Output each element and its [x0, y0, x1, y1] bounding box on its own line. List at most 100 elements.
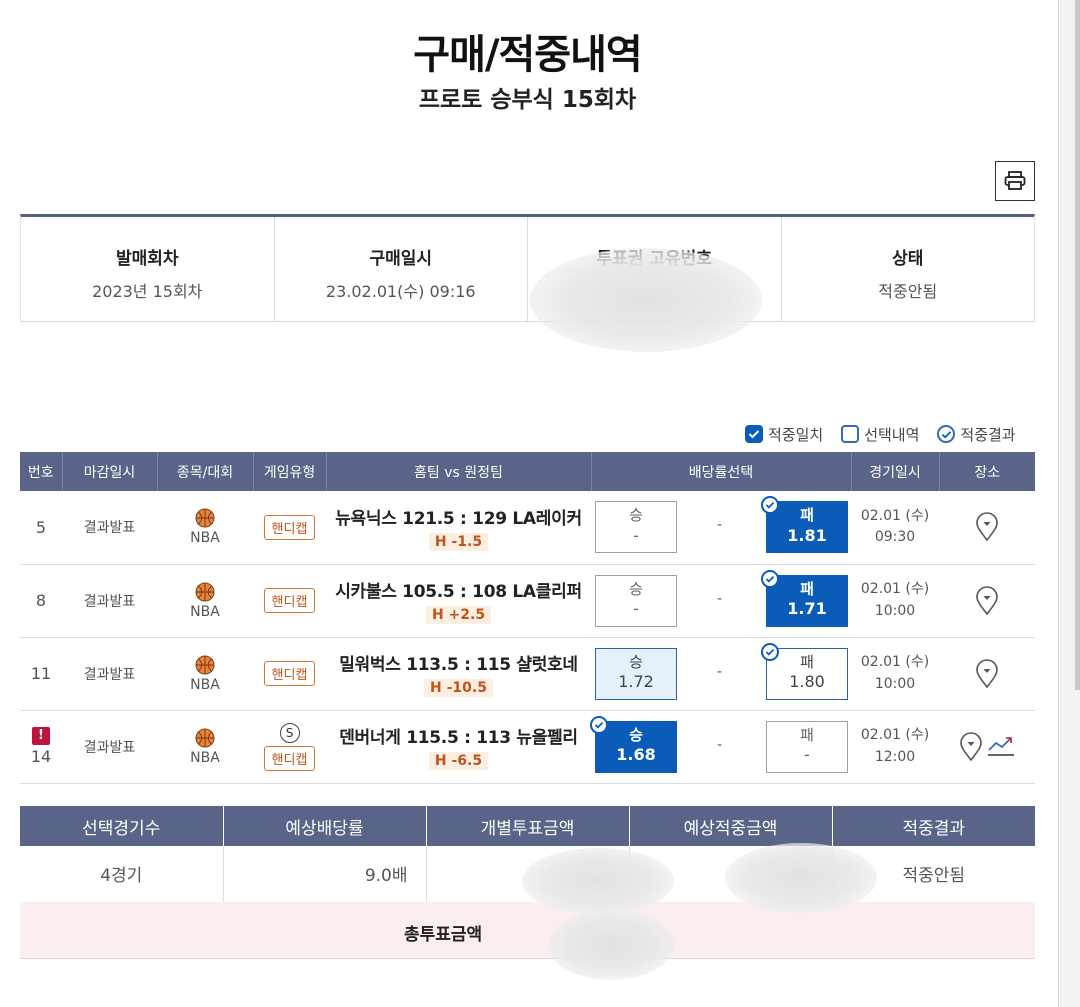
legend-selection-toggle[interactable]: 선택내역: [841, 424, 919, 445]
check-icon: [745, 425, 763, 443]
summary-header-result: 적중결과: [832, 806, 1035, 846]
summary-odds: 9.0배: [223, 846, 427, 903]
summary-header-bet: 개별투표금액: [426, 806, 630, 846]
info-status-value: 적중안됨: [878, 282, 938, 301]
odds-win-value: 1.68: [616, 745, 656, 764]
row-sport: NBA: [190, 530, 220, 547]
match-table: 번호 마감일시 종목/대회 게임유형 홈팀 vs 원정팀 배당률선택 경기일시 …: [20, 452, 1035, 784]
info-purchase-date-label: 구매일시: [369, 249, 433, 269]
special-game-icon: S: [279, 722, 300, 743]
summary-header-expected: 예상적중금액: [629, 806, 833, 846]
odds-win-label: 승: [629, 725, 643, 744]
summary-header-row: 선택경기수 예상배당률 개별투표금액 예상적중금액 적중결과: [20, 806, 1035, 846]
odds-lose-option[interactable]: 패 -: [766, 720, 848, 773]
game-type-tag: 핸디캡: [263, 745, 316, 771]
odds-lose-label: 패: [800, 506, 814, 524]
header-no: 번호: [20, 452, 63, 491]
header-venue: 장소: [939, 452, 1035, 491]
odds-lose-label: 패: [800, 579, 814, 598]
check-icon: [761, 642, 779, 661]
print-icon: [1004, 171, 1026, 190]
table-row: 8 결과발표 NBA 핸디캡 시카불스 105.5 : 108 LA클리퍼 H …: [20, 564, 1035, 638]
game-type-tag: 핸디캡: [263, 661, 316, 686]
basketball-icon: [195, 728, 215, 747]
odds-lose-label: 패: [800, 652, 814, 671]
odds-win-label: 승: [629, 579, 643, 598]
odds-win-label: 승: [629, 506, 643, 524]
game-type-tag: 핸디캡: [263, 588, 316, 613]
row-teams: 밀워벅스 113.5 : 115 샬럿호네: [339, 655, 578, 675]
info-round-label: 발매회차: [115, 249, 179, 269]
info-round: 발매회차 2023년 15회차: [21, 217, 275, 321]
row-sport: NBA: [190, 603, 220, 620]
redaction-blur-ticket-id: [530, 248, 762, 352]
print-button[interactable]: [995, 161, 1035, 201]
page-subtitle: 프로토 승부식 15회차: [418, 87, 637, 113]
basketball-icon: [195, 655, 215, 674]
odds-draw: -: [717, 736, 723, 753]
purchase-info-panel: 발매회차 2023년 15회차 구매일시 23.02.01(수) 09:16 투…: [20, 214, 1035, 322]
location-pin-icon[interactable]: [975, 585, 999, 616]
basketball-icon: [195, 582, 215, 601]
checkbox-empty-icon: [841, 425, 860, 443]
legend: 적중일치 선택내역 적중결과: [745, 422, 1016, 446]
location-pin-icon[interactable]: [975, 512, 999, 542]
odds-win-value: -: [633, 525, 639, 545]
odds-win-option[interactable]: 승 1.68: [590, 715, 677, 773]
trend-chart-icon[interactable]: [987, 734, 1015, 760]
match-time: 10:00: [874, 602, 916, 619]
odds-lose-option[interactable]: 패 1.81: [761, 496, 848, 553]
odds-win-label: 승: [629, 652, 643, 671]
odds-win-value: -: [633, 599, 639, 618]
row-teams: 덴버너게 115.5 : 113 뉴올펠리: [339, 728, 578, 748]
redaction-blur-bet-amount: [522, 848, 674, 914]
odds-win-option[interactable]: 승 1.72: [595, 647, 677, 700]
match-time: 12:00: [874, 748, 916, 765]
match-time: 10:00: [874, 675, 916, 692]
check-circle-icon: [937, 425, 956, 443]
location-pin-icon[interactable]: [975, 658, 999, 689]
redaction-blur-total-amount: [548, 910, 674, 980]
odds-lose-value: 1.71: [787, 599, 827, 618]
match-date: 02.01 (수): [860, 653, 930, 670]
header-sport: 종목/대회: [157, 452, 254, 491]
odds-lose-option[interactable]: 패 1.71: [761, 569, 848, 627]
row-deadline: 결과발표: [62, 710, 157, 784]
location-pin-icon[interactable]: [959, 731, 983, 762]
row-handicap: H -10.5: [424, 679, 493, 697]
check-icon: [590, 715, 608, 734]
match-date: 02.01 (수): [860, 726, 930, 743]
odds-lose-value: 1.80: [789, 672, 825, 691]
total-bet-label: 총투표금액: [404, 925, 483, 945]
warning-icon: !: [32, 727, 50, 745]
summary-header-games: 선택경기수: [20, 806, 224, 846]
scrollbar-thumb[interactable]: [1075, 0, 1080, 690]
header-odds: 배당률선택: [591, 452, 852, 491]
odds-draw: -: [717, 590, 723, 607]
row-deadline: 결과발표: [62, 491, 157, 565]
odds-lose-label: 패: [800, 725, 814, 744]
legend-match-label: 적중일치: [768, 425, 824, 444]
summary-games: 4경기: [20, 846, 224, 903]
info-purchase-date-value: 23.02.01(수) 09:16: [325, 282, 476, 301]
row-number: 8: [35, 591, 47, 610]
row-handicap: H -1.5: [428, 532, 489, 551]
row-number: 5: [35, 517, 47, 537]
odds-lose-option[interactable]: 패 1.80: [761, 642, 848, 700]
row-sport: NBA: [190, 676, 220, 693]
header-match-date: 경기일시: [851, 452, 940, 491]
legend-result-label: 적중결과: [960, 425, 1016, 444]
row-handicap: H +2.5: [425, 606, 492, 624]
check-icon: [761, 496, 779, 514]
odds-lose-value: 1.81: [787, 525, 827, 545]
odds-win-value: 1.72: [618, 672, 654, 691]
odds-win-option[interactable]: 승 -: [595, 501, 677, 553]
info-purchase-date: 구매일시 23.02.01(수) 09:16: [275, 217, 528, 321]
info-status: 상태 적중안됨: [782, 217, 1035, 321]
legend-result-toggle[interactable]: 적중결과: [937, 424, 1016, 445]
legend-match-toggle[interactable]: 적중일치: [745, 424, 823, 445]
odds-win-option[interactable]: 승 -: [595, 574, 677, 627]
match-date: 02.01 (수): [860, 507, 930, 524]
header-game-type: 게임유형: [253, 452, 327, 491]
table-row: ! 14 결과발표 NBA S 핸디캡 덴버너게 115.5 : 113 뉴올펠…: [20, 710, 1035, 784]
